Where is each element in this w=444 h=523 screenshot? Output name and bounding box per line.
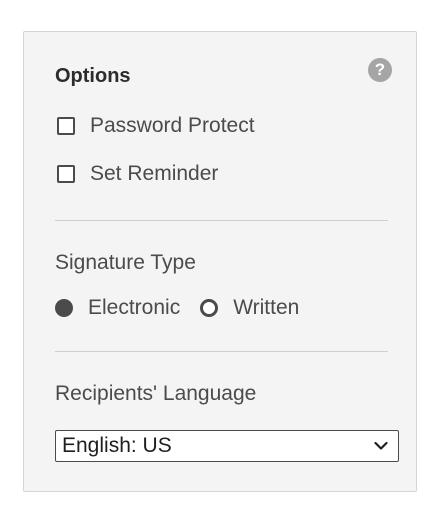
radio-electronic-selected[interactable] [55, 299, 73, 317]
set-reminder-checkbox[interactable] [57, 165, 75, 183]
set-reminder-label: Set Reminder [90, 162, 219, 185]
signature-type-title: Signature Type [55, 251, 196, 274]
options-panel: Options ? Password Protect Set Reminder … [23, 31, 417, 492]
password-protect-label: Password Protect [90, 114, 255, 137]
language-select[interactable]: English: US [55, 430, 399, 462]
chevron-down-icon [374, 441, 388, 450]
radio-written-unselected[interactable] [200, 299, 219, 317]
options-title: Options [55, 65, 131, 87]
help-icon[interactable]: ? [368, 58, 392, 82]
radio-electronic[interactable]: Electronic [55, 296, 180, 320]
signature-type-radio-group: Electronic Written [55, 296, 299, 320]
recipients-language-title: Recipients' Language [55, 382, 257, 405]
password-protect-checkbox[interactable] [57, 117, 75, 135]
divider [55, 220, 388, 221]
password-protect-option[interactable]: Password Protect [57, 114, 255, 138]
radio-written[interactable]: Written [200, 296, 299, 320]
radio-written-label: Written [233, 296, 300, 319]
set-reminder-option[interactable]: Set Reminder [57, 162, 218, 186]
language-select-value: English: US [62, 434, 172, 457]
radio-electronic-label: Electronic [88, 296, 181, 319]
divider [55, 351, 388, 352]
